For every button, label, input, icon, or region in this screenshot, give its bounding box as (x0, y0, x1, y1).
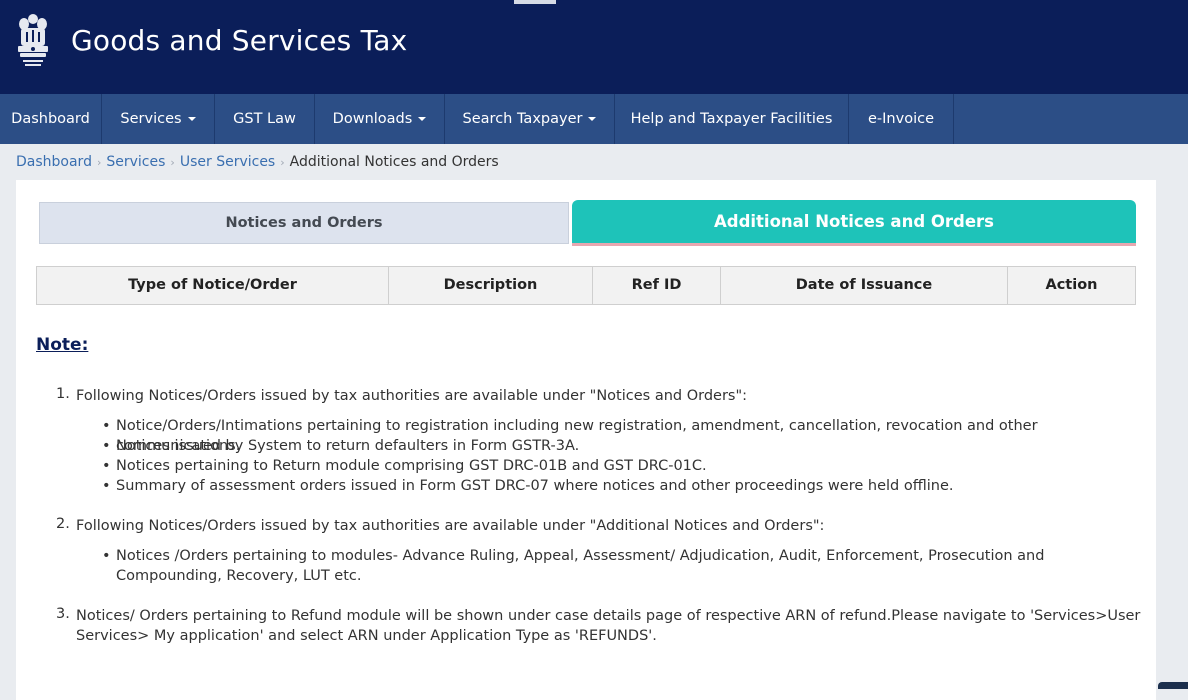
caret-down-icon (418, 117, 427, 121)
bullet: • (102, 478, 111, 494)
bullet: • (102, 418, 111, 434)
site-header: Goods and Services Tax (0, 0, 1188, 94)
note-title: Note: (36, 335, 89, 355)
column-date-of-issuance: Date of Issuance (721, 267, 1008, 304)
notices-table-header: Type of Notice/Order Description Ref ID … (36, 266, 1136, 305)
chevron-right-icon: › (170, 156, 175, 169)
tab-notices-and-orders[interactable]: Notices and Orders (39, 202, 569, 244)
active-tab-underline (572, 243, 1136, 246)
nav-services[interactable]: Services (102, 94, 215, 144)
content-panel: Notices and Orders Additional Notices an… (16, 180, 1156, 700)
nav-help-taxpayer-facilities[interactable]: Help and Taxpayer Facilities (615, 94, 849, 144)
bullet-text: Notices pertaining to Return module comp… (116, 458, 707, 474)
bullet-text: Summary of assessment orders issued in F… (116, 478, 954, 494)
bullet: • (102, 458, 111, 474)
tab-additional-notices-and-orders[interactable]: Additional Notices and Orders (572, 200, 1136, 243)
note-number: 3. (56, 606, 70, 622)
list-item: • Notices /Orders pertaining to modules- … (102, 546, 1146, 586)
list-item: • Notices pertaining to Return module com… (102, 456, 1146, 476)
note-number: 1. (56, 386, 70, 402)
site-title[interactable]: Goods and Services Tax (71, 24, 407, 57)
nav-downloads-label: Downloads (332, 111, 413, 127)
breadcrumb-dashboard[interactable]: Dashboard (16, 154, 92, 170)
nav-services-label: Services (120, 111, 182, 127)
header-notch (514, 0, 556, 4)
caret-down-icon (187, 117, 196, 121)
chevron-right-icon: › (280, 156, 285, 169)
column-ref-id: Ref ID (593, 267, 721, 304)
breadcrumb: Dashboard › Services › User Services › Additio… (16, 153, 499, 171)
breadcrumb-current: Additional Notices and Orders (289, 154, 499, 170)
bullet: • (102, 548, 111, 564)
caret-down-icon (588, 117, 597, 121)
chevron-right-icon: › (96, 156, 102, 169)
nav-search-taxpayer[interactable]: Search Taxpayer (445, 94, 615, 144)
nav-e-invoice-label: e-Invoice (868, 111, 934, 127)
nav-search-taxpayer-label: Search Taxpayer (462, 111, 583, 127)
list-item: • Summary of assessment orders issued in … (102, 476, 1146, 496)
nav-gst-law-label: GST Law (233, 111, 296, 127)
bullet-text: Notices /Orders pertaining to modules- A… (116, 548, 1045, 584)
list-item: • Notices issued by System to return defa… (102, 436, 1146, 456)
nav-dashboard-label: Dashboard (11, 111, 90, 127)
breadcrumb-user-services[interactable]: User Services (180, 154, 275, 170)
note-text: Following Notices/Orders issued by tax a… (76, 518, 825, 534)
nav-help-label: Help and Taxpayer Facilities (630, 111, 833, 127)
note-text: Notices/ Orders pertaining to Refund mod… (76, 608, 1141, 644)
bullet-text: Notices issued by System to return defau… (116, 438, 580, 454)
nav-downloads[interactable]: Downloads (315, 94, 445, 144)
column-description: Description (389, 267, 593, 304)
scroll-to-top-button[interactable] (1158, 682, 1188, 689)
main-navbar: Dashboard Services GST Law Downloads Sea… (0, 94, 1188, 144)
note-number: 2. (56, 516, 70, 532)
column-type-of-notice: Type of Notice/Order (37, 267, 389, 304)
column-action: Action (1045, 277, 1098, 293)
nav-dashboard[interactable]: Dashboard (0, 94, 102, 144)
nav-e-invoice[interactable]: e-Invoice (849, 94, 954, 144)
bullet: • (102, 438, 111, 454)
nav-gst-law[interactable]: GST Law (215, 94, 315, 144)
breadcrumb-services[interactable]: Services (106, 154, 165, 170)
national-emblem-icon (18, 14, 48, 66)
note-text: Following Notices/Orders issued by tax a… (76, 388, 748, 404)
